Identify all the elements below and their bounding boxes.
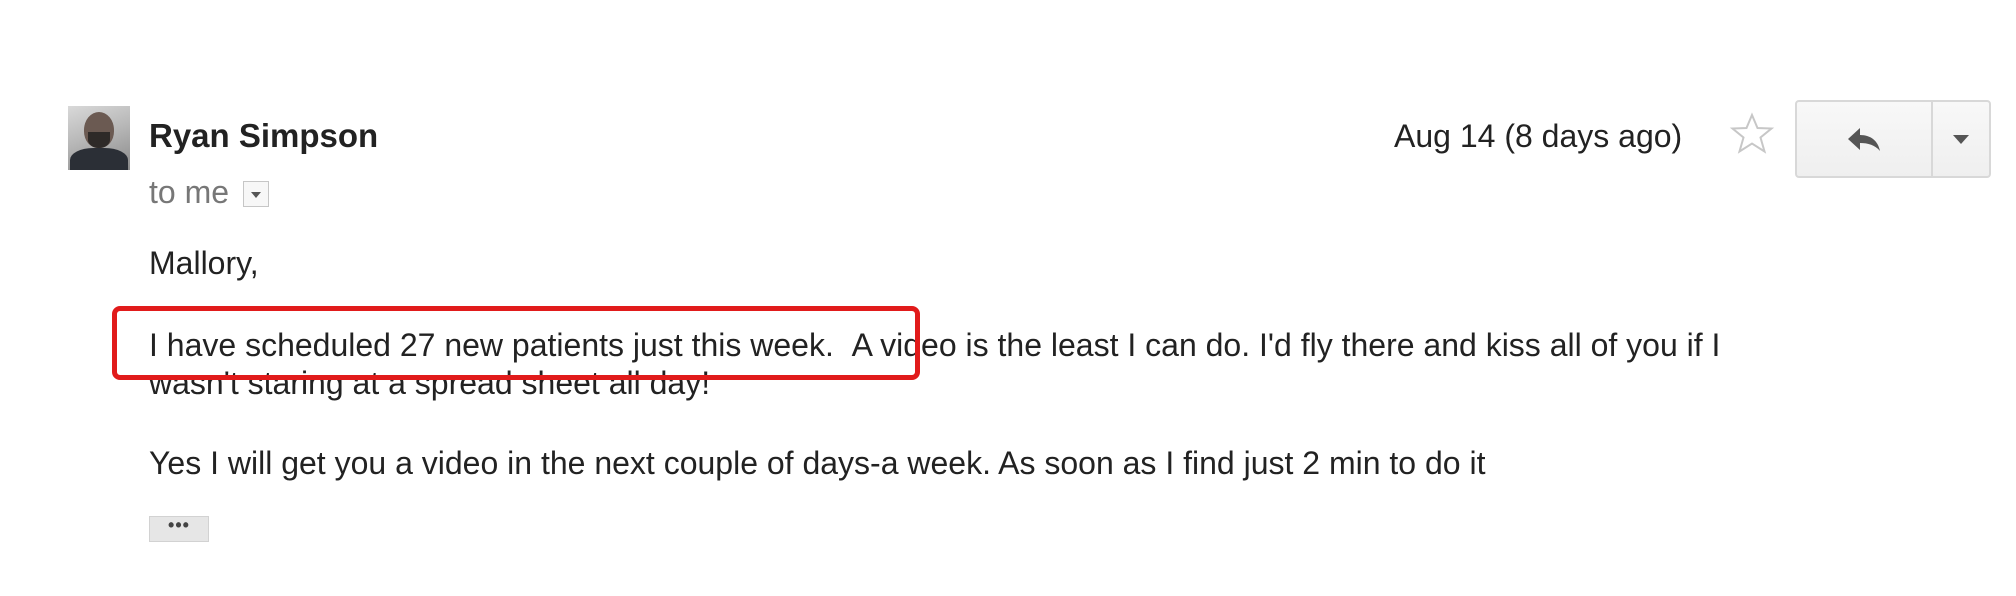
- show-trimmed-content-button[interactable]: •••: [149, 516, 209, 542]
- message-greeting: Mallory,: [149, 245, 259, 281]
- show-details-toggle[interactable]: [243, 181, 270, 207]
- message-paragraph-2: Yes I will get you a video in the next c…: [149, 445, 1486, 481]
- recipient-line: to me: [149, 172, 270, 212]
- avatar-beard: [88, 132, 110, 148]
- avatar[interactable]: [68, 106, 130, 170]
- more-options-button[interactable]: [1933, 102, 1989, 176]
- sender-name[interactable]: Ryan Simpson: [149, 116, 378, 156]
- paragraph-1-text: A video is the least I can do. I'd fly t…: [851, 327, 1721, 363]
- star-icon[interactable]: [1728, 110, 1776, 158]
- reply-button[interactable]: [1797, 102, 1933, 176]
- chevron-down-icon: [1953, 134, 1969, 144]
- avatar-shoulders: [70, 148, 128, 170]
- message-date[interactable]: Aug 14 (8 days ago): [1394, 116, 1682, 156]
- highlight-annotation: [112, 306, 920, 380]
- recipient-label: to me: [149, 174, 230, 210]
- reply-button-group: [1795, 100, 1991, 178]
- reply-arrow-icon: [1848, 128, 1880, 151]
- email-message: Ryan Simpson to me Aug 14 (8 days ago) M…: [0, 0, 2016, 596]
